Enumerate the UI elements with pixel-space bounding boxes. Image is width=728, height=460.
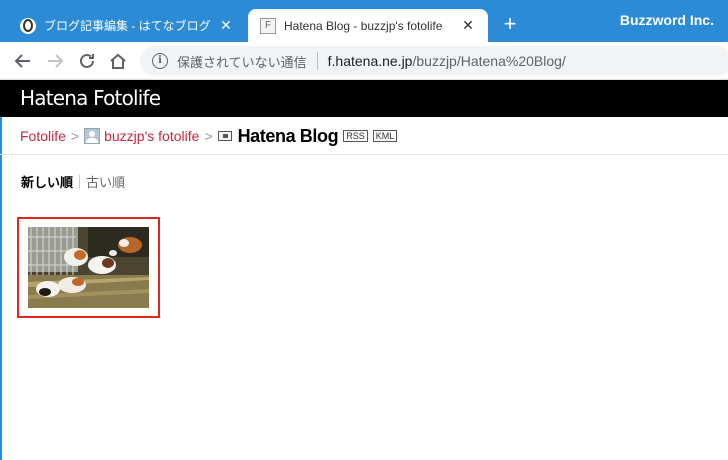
address-divider [316, 52, 318, 70]
breadcrumb-separator: > [70, 128, 80, 144]
folder-icon [217, 131, 232, 141]
security-status: 保護されていない通信 [177, 54, 307, 70]
rss-feed-link[interactable]: RSS [343, 130, 368, 142]
breadcrumb-user-link[interactable]: buzzjp's fotolife [104, 128, 199, 144]
breadcrumb: Fotolife > buzzjp's fotolife > Hatena Bl… [20, 125, 398, 147]
user-avatar-icon[interactable] [84, 128, 101, 144]
kml-feed-link[interactable]: KML [372, 130, 398, 142]
info-icon[interactable]: i [152, 53, 168, 69]
new-tab-button[interactable]: + [498, 13, 522, 37]
browser-toolbar: i 保護されていない通信 f.hatena.ne.jp/buzzjp/Haten… [0, 42, 728, 80]
url-path: /buzzjp/Hatena%20Blog/ [412, 53, 566, 69]
browser-tab-strip: ブログ記事編集 - はてなブログ ✕ F Hatena Blog - buzzj… [0, 0, 728, 42]
close-icon[interactable]: ✕ [458, 17, 478, 34]
site-logo[interactable]: Hatena Fotolife [20, 86, 161, 110]
arrow-left-icon [14, 54, 30, 68]
window-brand: Buzzword Inc. [619, 12, 714, 28]
guinea-pig-photo-icon [28, 227, 149, 308]
reload-icon [80, 53, 94, 68]
url-host: f.hatena.ne.jp [327, 53, 413, 69]
tab-fotolife[interactable]: F Hatena Blog - buzzjp's fotolife ✕ [248, 9, 488, 42]
header-divider [0, 154, 728, 155]
forward-button[interactable] [44, 50, 66, 72]
home-button[interactable] [107, 50, 129, 72]
tab-title: Hatena Blog - buzzjp's fotolife [284, 18, 443, 33]
address-bar[interactable]: i 保護されていない通信 f.hatena.ne.jp/buzzjp/Haten… [140, 46, 728, 76]
tab-blog-edit[interactable]: ブログ記事編集 - はてなブログ ✕ [8, 9, 246, 42]
site-header: Hatena Fotolife [0, 80, 728, 117]
close-icon[interactable]: ✕ [216, 17, 236, 34]
reload-button[interactable] [76, 50, 98, 72]
hatena-blog-favicon-icon [20, 17, 36, 34]
folder-title: Hatena Blog [237, 125, 339, 146]
breadcrumb-separator: > [204, 128, 213, 144]
sort-divider [79, 175, 81, 188]
sort-order-switch: 新しい順 古い順 [21, 172, 125, 191]
sort-newest: 新しい順 [21, 175, 74, 190]
fotolife-favicon-icon: F [260, 17, 276, 34]
arrow-right-icon [48, 54, 64, 68]
tab-title: ブログ記事編集 - はてなブログ [44, 19, 211, 33]
photo-thumbnail[interactable] [28, 227, 149, 308]
breadcrumb-fotolife-link[interactable]: Fotolife [20, 128, 66, 144]
home-icon [110, 53, 126, 69]
back-button[interactable] [12, 50, 34, 72]
window-edge [0, 80, 2, 460]
sort-oldest-link[interactable]: 古い順 [86, 172, 125, 191]
photo-highlight-frame [17, 217, 160, 318]
